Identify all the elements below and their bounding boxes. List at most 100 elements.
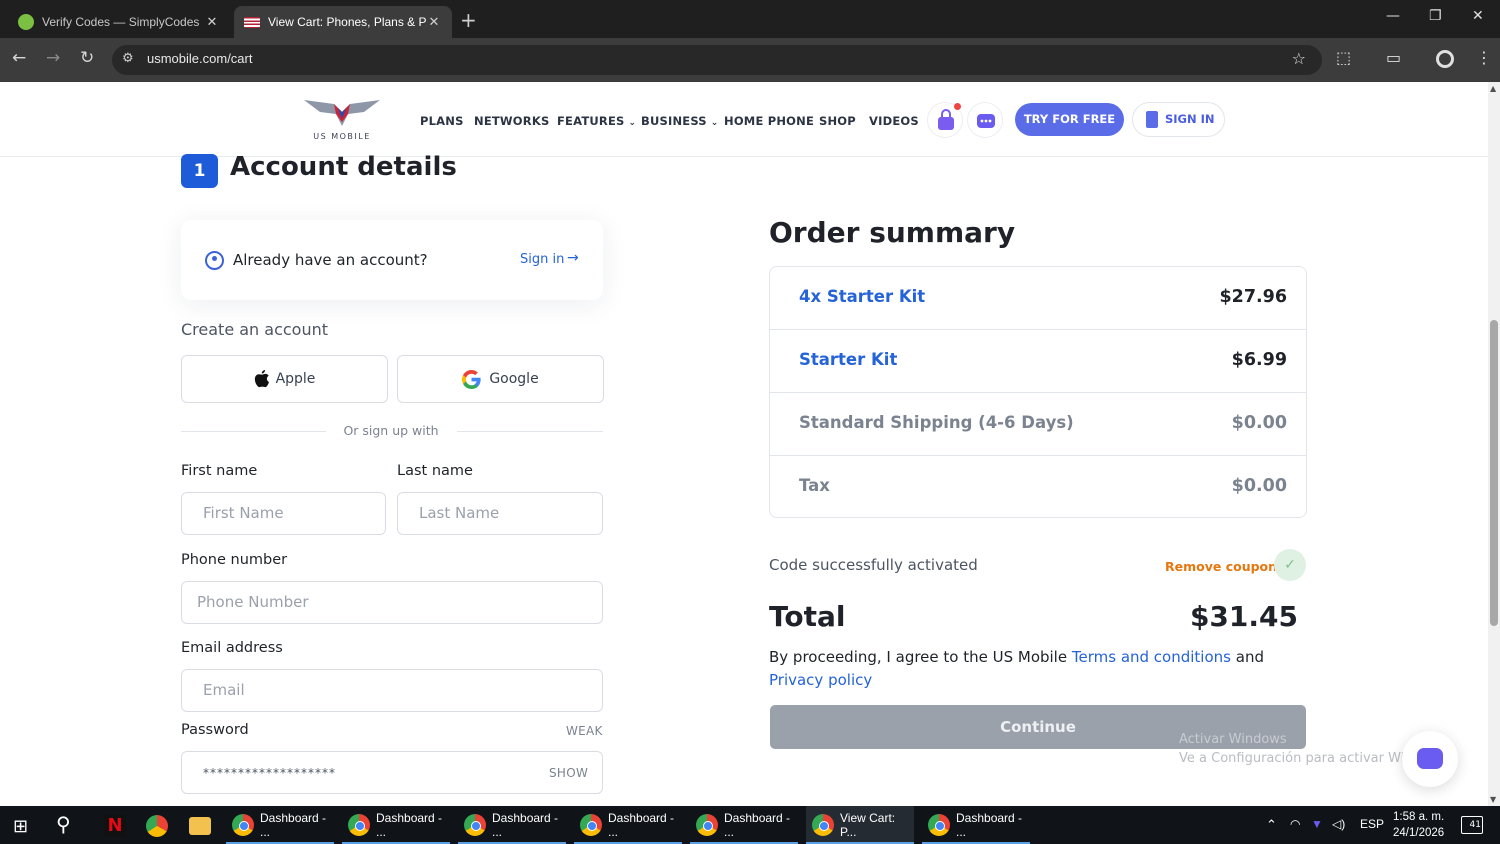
order-item-price: $0.00 (1231, 476, 1287, 496)
try-for-free-button[interactable]: TRY FOR FREE (1015, 103, 1124, 136)
profile-icon[interactable] (1436, 50, 1454, 68)
taskbar-window[interactable]: Dashboard - ... (922, 806, 1030, 844)
remove-coupon-link[interactable]: Remove coupon (1165, 559, 1277, 574)
order-row: Tax $0.00 (770, 456, 1306, 519)
password-field[interactable]: ******************* (181, 751, 603, 794)
chrome-icon[interactable] (146, 815, 168, 837)
taskbar-window[interactable]: Dashboard - ... (690, 806, 798, 844)
network-icon[interactable]: ◠ (1290, 817, 1300, 831)
menu-kebab-icon[interactable]: ⋮ (1476, 48, 1492, 67)
order-item-name[interactable]: 4x Starter Kit (799, 287, 925, 306)
chrome-icon (580, 814, 602, 836)
taskbar-window[interactable]: Dashboard - ... (342, 806, 450, 844)
site-header: US MOBILE PLANS NETWORKS FEATURES ⌄ BUSIN… (0, 82, 1488, 157)
header-sign-in-button[interactable]: SIGN IN (1132, 102, 1225, 137)
sign-in-link[interactable]: Sign in (520, 252, 564, 267)
address-bar[interactable]: ⚙ usmobile.com/cart ☆ (112, 45, 1322, 75)
order-item-name: Tax (799, 476, 830, 495)
chat-button[interactable] (967, 102, 1003, 138)
url-text: usmobile.com/cart (147, 51, 253, 66)
taskbar-window-label: Dashboard - ... (492, 811, 559, 839)
tab-title: Verify Codes — SimplyCodes (42, 15, 200, 29)
clock-date: 24/1/2026 (1393, 827, 1445, 839)
taskbar-window[interactable]: Dashboard - ... (574, 806, 682, 844)
notification-center-icon[interactable]: 41 (1461, 816, 1483, 834)
order-row: 4x Starter Kit $27.96 (770, 267, 1306, 330)
vpn-icon[interactable]: ▼ (1311, 817, 1323, 831)
show-password-toggle[interactable]: SHOW (549, 766, 588, 780)
support-chat-button[interactable] (1402, 731, 1458, 787)
simplycodes-favicon-icon (18, 14, 34, 30)
close-window-icon[interactable]: ✕ (1472, 8, 1484, 24)
search-icon[interactable]: ⚲ (56, 812, 71, 836)
nav-home-phone[interactable]: HOME PHONE (724, 114, 814, 128)
order-item-price: $6.99 (1231, 350, 1287, 370)
nav-networks[interactable]: NETWORKS (474, 114, 549, 128)
scroll-up-arrow-icon[interactable]: ▲ (1490, 84, 1496, 93)
first-name-field[interactable]: First Name (181, 492, 386, 535)
nav-features[interactable]: FEATURES ⌄ (557, 114, 636, 128)
last-name-label: Last name (397, 463, 473, 479)
extensions-icon[interactable]: ⬚ (1336, 48, 1351, 67)
restore-icon[interactable]: ❐ (1429, 8, 1442, 24)
taskbar-window-label: Dashboard - ... (724, 811, 791, 839)
cast-icon[interactable]: ▭ (1386, 48, 1401, 67)
bookmark-star-icon[interactable]: ☆ (1292, 49, 1306, 68)
arrow-right-icon[interactable]: → (567, 250, 579, 266)
file-explorer-icon[interactable] (189, 817, 211, 835)
password-value: ******************* (203, 766, 336, 780)
google-icon (462, 369, 481, 389)
agree-prefix: By proceeding, I agree to the US Mobile (769, 648, 1068, 666)
step-number-badge: 1 (181, 154, 218, 188)
reload-icon[interactable]: ↻ (80, 48, 94, 68)
nav-shop[interactable]: SHOP (819, 114, 856, 128)
close-tab-icon[interactable]: ✕ (426, 14, 442, 30)
browser-tab-strip: Verify Codes — SimplyCodes ✕ View Cart: … (0, 0, 1500, 38)
order-row: Starter Kit $6.99 (770, 330, 1306, 393)
nav-videos[interactable]: VIDEOS (869, 114, 919, 128)
create-account-label: Create an account (181, 320, 329, 339)
apple-signup-button[interactable]: Apple (181, 355, 388, 403)
order-item-name[interactable]: Starter Kit (799, 350, 897, 369)
volume-icon[interactable]: ◁) (1332, 817, 1345, 831)
chrome-icon (812, 814, 834, 836)
site-info-icon[interactable]: ⚙ (122, 51, 134, 66)
terms-link[interactable]: Terms and conditions (1072, 648, 1231, 666)
tab-view-cart[interactable]: View Cart: Phones, Plans & Pay ✕ (234, 6, 452, 38)
user-circle-icon (205, 251, 224, 270)
language-indicator[interactable]: ESP (1360, 817, 1384, 831)
minimize-icon[interactable]: — (1386, 8, 1400, 24)
new-tab-icon[interactable]: + (460, 8, 477, 32)
google-signup-button[interactable]: Google (397, 355, 604, 403)
close-tab-icon[interactable]: ✕ (204, 14, 220, 30)
taskbar-window[interactable]: Dashboard - ... (458, 806, 566, 844)
chrome-icon (232, 814, 254, 836)
nav-plans[interactable]: PLANS (420, 114, 464, 128)
already-have-account-text: Already have an account? (233, 251, 428, 269)
us-flag-favicon-icon (244, 16, 260, 28)
netflix-icon[interactable]: N (104, 815, 126, 837)
nav-business-label: BUSINESS (641, 114, 707, 128)
chevron-up-icon[interactable]: ⌃ (1266, 817, 1277, 833)
privacy-policy-link[interactable]: Privacy policy (769, 671, 872, 689)
tab-simplycodes[interactable]: Verify Codes — SimplyCodes ✕ (8, 6, 230, 38)
cart-notification-dot (954, 103, 961, 110)
chat-icon (977, 114, 995, 128)
system-clock[interactable]: 1:58 a. m. 24/1/2026 (1393, 809, 1444, 841)
windows-start-icon[interactable]: ⊞ (13, 816, 28, 837)
taskbar-window-active[interactable]: View Cart: P... (806, 806, 914, 844)
scroll-down-arrow-icon[interactable]: ▼ (1490, 795, 1496, 804)
back-icon[interactable]: ← (12, 48, 26, 68)
taskbar-window[interactable]: Dashboard - ... (226, 806, 334, 844)
nav-business[interactable]: BUSINESS ⌄ (641, 114, 719, 128)
forward-icon[interactable]: → (46, 48, 60, 68)
divider-line (457, 431, 603, 432)
order-item-price: $27.96 (1219, 287, 1287, 307)
email-field[interactable]: Email (181, 669, 603, 712)
last-name-field[interactable]: Last Name (397, 492, 603, 535)
us-mobile-logo[interactable]: US MOBILE (304, 98, 380, 144)
scrollbar-thumb[interactable] (1490, 320, 1498, 626)
taskbar-window-label: Dashboard - ... (608, 811, 675, 839)
phone-number-field[interactable]: Phone Number (181, 581, 603, 624)
page-scrollbar[interactable]: ▲ ▼ (1488, 82, 1500, 806)
